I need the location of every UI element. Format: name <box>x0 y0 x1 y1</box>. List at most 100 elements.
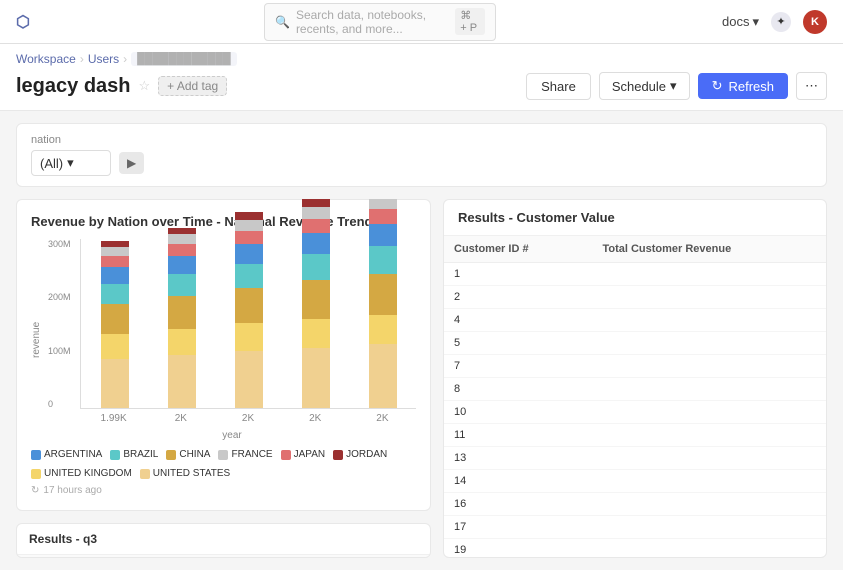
star-icon[interactable]: ☆ <box>139 78 151 94</box>
bar-segment-3-3 <box>302 254 330 280</box>
legend-item-brazil: BRAZIL <box>110 449 158 460</box>
bar-segment-4-4 <box>369 224 397 246</box>
bar-segment-2-0 <box>235 351 263 408</box>
add-tag-button[interactable]: + Add tag <box>158 76 227 96</box>
bar-segment-1-3 <box>168 274 196 296</box>
cv-cell-revenue <box>592 401 826 424</box>
chevron-down-icon: ▾ <box>670 78 677 94</box>
bar-segment-4-2 <box>369 274 397 315</box>
bar-segment-3-5 <box>302 219 330 233</box>
q3-table-header-row: c_custkey c_name c_address <box>17 555 430 558</box>
bar-segment-1-0 <box>168 355 196 408</box>
cv-col-id: Customer ID # <box>444 236 592 263</box>
cv-col-revenue: Total Customer Revenue <box>592 236 826 263</box>
title-row: legacy dash ☆ + Add tag Share Schedule ▾… <box>16 72 827 110</box>
legend-color-china <box>166 450 176 460</box>
bar-segment-0-5 <box>101 256 129 267</box>
bar-group-2 <box>223 239 274 408</box>
legend-color-argentina <box>31 450 41 460</box>
right-panel-title: Results - Customer Value <box>444 200 826 236</box>
cv-cell-revenue <box>592 424 826 447</box>
cv-cell-revenue <box>592 355 826 378</box>
right-scroll[interactable]: Customer ID # Total Customer Revenue 1 2… <box>444 236 826 557</box>
cv-cell-revenue <box>592 470 826 493</box>
q3-col-custkey: c_custkey <box>17 555 104 558</box>
cv-cell-revenue <box>592 539 826 558</box>
docs-button[interactable]: docs ▾ <box>722 14 759 30</box>
bar-segment-1-2 <box>168 296 196 329</box>
schedule-button[interactable]: Schedule ▾ <box>599 72 690 100</box>
bar-group-0 <box>89 239 140 408</box>
stacked-bar-2 <box>235 212 263 408</box>
search-bar[interactable]: 🔍 Search data, notebooks, recents, and m… <box>264 3 496 41</box>
bar-segment-3-7 <box>302 199 330 207</box>
cv-table-row: 5 <box>444 332 826 355</box>
filter-row: (All) ▾ ▶ <box>31 150 812 176</box>
refresh-button[interactable]: ↻ Refresh <box>698 73 788 99</box>
bar-segment-3-4 <box>302 233 330 254</box>
chart-legend: ARGENTINABRAZILCHINAFRANCEJAPANJORDANUNI… <box>31 449 416 479</box>
legend-color-united kingdom <box>31 469 41 479</box>
stacked-bar-4 <box>369 199 397 408</box>
cv-cell-revenue <box>592 516 826 539</box>
nav-right: docs ▾ ✦ K <box>722 10 827 34</box>
cv-header-row: Customer ID # Total Customer Revenue <box>444 236 826 263</box>
cv-table-row: 13 <box>444 447 826 470</box>
bar-group-1 <box>156 239 207 408</box>
x-label-0: 1.99K <box>88 413 139 424</box>
stacked-bar-1 <box>168 228 196 408</box>
legend-item-argentina: ARGENTINA <box>31 449 102 460</box>
cv-cell-id: 19 <box>444 539 592 558</box>
bar-segment-4-1 <box>369 315 397 345</box>
cv-table-row: 2 <box>444 286 826 309</box>
stacked-bar-3 <box>302 199 330 408</box>
bar-segment-1-6 <box>168 234 196 244</box>
magic-icon[interactable]: ✦ <box>771 12 791 32</box>
bar-segment-3-6 <box>302 207 330 219</box>
y-tick-200m: 200M <box>48 292 71 302</box>
cv-table-row: 8 <box>444 378 826 401</box>
q3-table: c_custkey c_name c_address 412445 Custom… <box>17 555 430 558</box>
bar-segment-2-6 <box>235 220 263 231</box>
nation-filter-select[interactable]: (All) ▾ <box>31 150 111 176</box>
filter-label: nation <box>31 134 812 146</box>
y-tick-0: 0 <box>48 399 71 409</box>
share-button[interactable]: Share <box>526 73 591 100</box>
bar-segment-3-2 <box>302 280 330 319</box>
app-logo: ⬡ <box>16 12 30 32</box>
cv-cell-revenue <box>592 286 826 309</box>
legend-item-france: FRANCE <box>218 449 272 460</box>
filter-run-button[interactable]: ▶ <box>119 152 144 174</box>
bar-group-4 <box>357 239 408 408</box>
title-actions: Share Schedule ▾ ↻ Refresh ⋯ <box>526 72 827 100</box>
q3-table-section: Results - q3 c_custkey c_name c_address … <box>16 523 431 558</box>
cv-table-row: 11 <box>444 424 826 447</box>
bar-segment-2-5 <box>235 231 263 244</box>
cv-table-row: 4 <box>444 309 826 332</box>
cv-cell-id: 4 <box>444 309 592 332</box>
bar-segment-0-2 <box>101 304 129 335</box>
x-label-3: 2K <box>290 413 341 424</box>
cv-cell-revenue <box>592 332 826 355</box>
more-options-button[interactable]: ⋯ <box>796 72 827 100</box>
breadcrumb-users[interactable]: Users <box>88 52 119 66</box>
legend-color-jordan <box>333 450 343 460</box>
avatar[interactable]: K <box>803 10 827 34</box>
stacked-bar-0 <box>101 241 129 408</box>
cv-cell-revenue <box>592 493 826 516</box>
breadcrumb-workspace[interactable]: Workspace <box>16 52 76 66</box>
legend-color-france <box>218 450 228 460</box>
legend-color-japan <box>281 450 291 460</box>
legend-item-china: CHINA <box>166 449 210 460</box>
bar-segment-3-0 <box>302 348 330 409</box>
breadcrumb-current: ████████████ <box>131 52 237 66</box>
bar-segment-1-4 <box>168 256 196 274</box>
x-labels: 1.99K 2K 2K 2K 2K <box>80 409 416 428</box>
cv-cell-id: 16 <box>444 493 592 516</box>
x-label-4: 2K <box>357 413 408 424</box>
search-icon: 🔍 <box>275 15 290 29</box>
legend-item-united-states: UNITED STATES <box>140 468 230 479</box>
cv-cell-id: 8 <box>444 378 592 401</box>
cv-table-row: 19 <box>444 539 826 558</box>
bar-segment-4-6 <box>369 199 397 209</box>
